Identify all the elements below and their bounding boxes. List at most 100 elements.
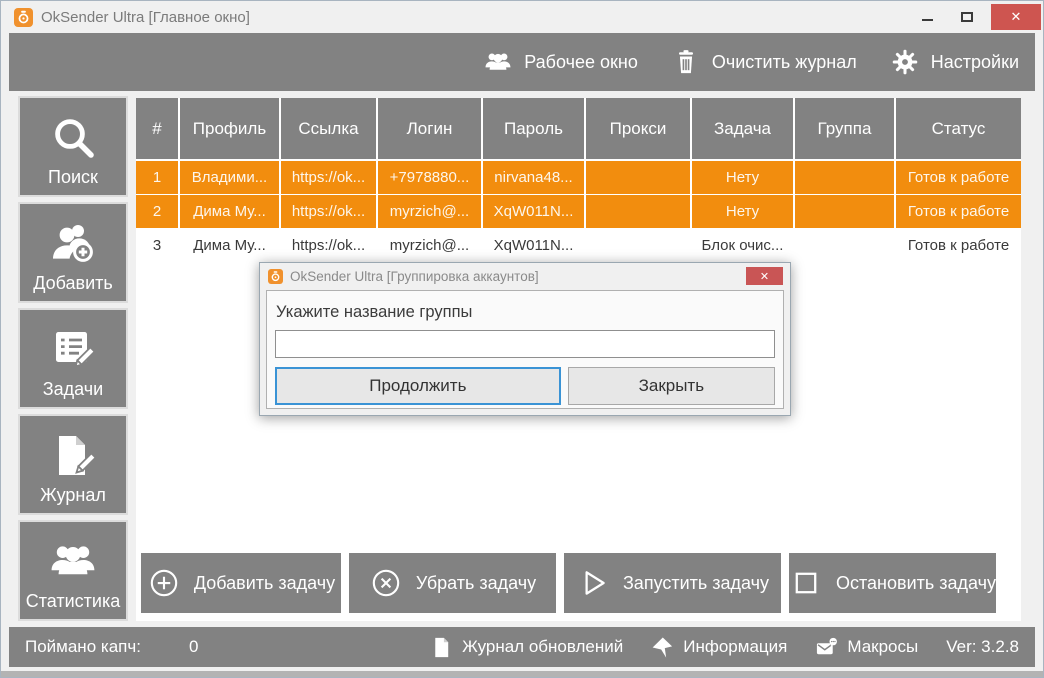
sidebar-item-label: Статистика: [26, 591, 121, 612]
stop-icon: [789, 566, 823, 600]
cell-group: [795, 161, 894, 194]
toolbar-item-label: Рабочее окно: [524, 52, 638, 73]
sidebar-item-add[interactable]: Добавить: [18, 202, 128, 303]
group-name-label: Укажите название группы: [276, 303, 775, 322]
table-column-header[interactable]: #: [136, 98, 178, 159]
group-name-input[interactable]: [275, 330, 775, 358]
version-label: Ver: 3.2.8: [946, 637, 1019, 657]
user-add-icon: [49, 219, 97, 267]
group-accounts-dialog: OkSender Ultra [Группировка аккаунтов] ✕…: [259, 262, 791, 416]
task-button-label: Убрать задачу: [416, 573, 536, 594]
dialog-body: Укажите название группы Продолжить Закры…: [266, 290, 784, 409]
main-window: OkSender Ultra [Главное окно] ✕ Рабочее …: [0, 0, 1044, 678]
table-row[interactable]: 3 Дима Му... https://ok... myrzich@... X…: [136, 229, 1021, 262]
window-bottom-edge: [1, 671, 1043, 677]
sidebar-item-tasks[interactable]: Задачи: [18, 308, 128, 409]
cell-task: Блок очис...: [692, 229, 793, 262]
users-icon: [49, 537, 97, 585]
clear-log-button[interactable]: Очистить журнал: [670, 48, 857, 76]
title-bar[interactable]: OkSender Ultra [Главное окно] ✕: [1, 1, 1043, 33]
table-header-row: # Профиль Ссылка Логин Пароль Прокси Зад…: [136, 98, 1021, 159]
workspace-button[interactable]: Рабочее окно: [482, 48, 638, 76]
mail-icon: [815, 636, 838, 659]
cell-login: +7978880...: [378, 161, 481, 194]
update-log-button[interactable]: Журнал обновлений: [430, 636, 623, 659]
dialog-buttons: Продолжить Закрыть: [275, 367, 775, 405]
cell-task: Нету: [692, 161, 793, 194]
cell-group: [795, 195, 894, 228]
statusbar-item-label: Информация: [683, 637, 787, 657]
table-column-header[interactable]: Статус: [896, 98, 1021, 159]
cell-proxy: [586, 229, 690, 262]
cell-number: 3: [136, 229, 178, 262]
minimize-icon: [922, 19, 933, 21]
trash-icon: [670, 48, 702, 76]
table-column-header[interactable]: Ссылка: [281, 98, 376, 159]
information-button[interactable]: Информация: [651, 636, 787, 659]
sidebar-item-statistics[interactable]: Статистика: [18, 520, 128, 621]
maximize-button[interactable]: [947, 4, 987, 30]
pin-icon: [651, 636, 674, 659]
status-bar: Поймано капч: 0 Журнал обновлений Информ…: [9, 627, 1035, 667]
captcha-count: 0: [189, 637, 198, 657]
toolbar-item-label: Очистить журнал: [712, 52, 857, 73]
search-icon: [49, 113, 97, 161]
cell-status: Готов к работе: [896, 195, 1021, 228]
cell-password: nirvana48...: [483, 161, 584, 194]
dialog-close-button[interactable]: ✕: [746, 267, 783, 285]
cell-number: 1: [136, 161, 178, 194]
task-button-label: Запустить задачу: [623, 573, 769, 594]
table-column-header[interactable]: Профиль: [180, 98, 279, 159]
continue-button[interactable]: Продолжить: [275, 367, 561, 405]
table-column-header[interactable]: Логин: [378, 98, 481, 159]
settings-button[interactable]: Настройки: [889, 48, 1019, 76]
task-button-label: Добавить задачу: [194, 573, 335, 594]
plus-circle-icon: [147, 566, 181, 600]
tasks-icon: [49, 325, 97, 373]
table-column-header[interactable]: Прокси: [586, 98, 690, 159]
top-toolbar: Рабочее окно Очистить журнал Настройки: [9, 33, 1035, 91]
play-icon: [576, 566, 610, 600]
close-dialog-button[interactable]: Закрыть: [568, 367, 775, 405]
stop-task-button[interactable]: Остановить задачу: [789, 553, 996, 613]
captcha-label: Поймано капч:: [25, 637, 141, 657]
cell-profile: Дима Му...: [180, 229, 279, 262]
cell-link: https://ok...: [281, 229, 376, 262]
doc-icon: [430, 636, 453, 659]
close-button[interactable]: ✕: [991, 4, 1041, 30]
maximize-icon: [961, 12, 973, 22]
cell-number: 2: [136, 195, 178, 228]
app-logo-icon: [14, 8, 33, 27]
remove-task-button[interactable]: Убрать задачу: [349, 553, 556, 613]
table-column-header[interactable]: Пароль: [483, 98, 584, 159]
cell-link: https://ok...: [281, 195, 376, 228]
sidebar-item-search[interactable]: Поиск: [18, 96, 128, 197]
table-body: 1 Владими... https://ok... +7978880... n…: [136, 161, 1021, 262]
add-task-button[interactable]: Добавить задачу: [141, 553, 341, 613]
sidebar-item-label: Поиск: [48, 167, 98, 188]
macros-button[interactable]: Макросы: [815, 636, 918, 659]
cell-profile: Дима Му...: [180, 195, 279, 228]
cell-login: myrzich@...: [378, 195, 481, 228]
cell-profile: Владими...: [180, 161, 279, 194]
window-title: OkSender Ultra [Главное окно]: [41, 9, 250, 26]
table-column-header[interactable]: Задача: [692, 98, 793, 159]
gear-icon: [889, 48, 921, 76]
sidebar: Поиск Добавить Задачи Журнал Статистика: [18, 96, 128, 621]
cell-link: https://ok...: [281, 161, 376, 194]
cell-status: Готов к работе: [896, 161, 1021, 194]
close-icon: ✕: [760, 270, 769, 283]
window-controls: ✕: [907, 1, 1041, 33]
app-logo-icon: [268, 269, 283, 284]
cell-password: XqW011N...: [483, 195, 584, 228]
minimize-button[interactable]: [907, 4, 947, 30]
sidebar-item-label: Добавить: [33, 273, 113, 294]
statusbar-right: Журнал обновлений Информация Макросы Ver…: [430, 636, 1019, 659]
table-column-header[interactable]: Группа: [795, 98, 894, 159]
start-task-button[interactable]: Запустить задачу: [564, 553, 781, 613]
sidebar-item-journal[interactable]: Журнал: [18, 414, 128, 515]
dialog-title-bar[interactable]: OkSender Ultra [Группировка аккаунтов] ✕: [260, 263, 790, 289]
table-row[interactable]: 1 Владими... https://ok... +7978880... n…: [136, 161, 1021, 194]
statusbar-links: Журнал обновлений Информация Макросы: [430, 636, 918, 659]
table-row[interactable]: 2 Дима Му... https://ok... myrzich@... X…: [136, 195, 1021, 228]
